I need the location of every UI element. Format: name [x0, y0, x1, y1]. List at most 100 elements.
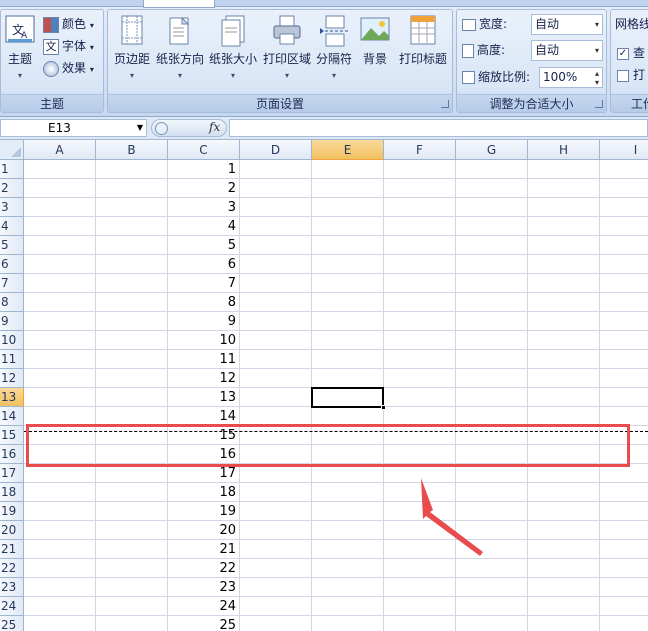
- row-header[interactable]: 13: [0, 388, 24, 407]
- gridlines-view-checkbox[interactable]: ✓ 查: [617, 43, 645, 63]
- row-header[interactable]: 6: [0, 255, 24, 274]
- cell-c[interactable]: 5: [168, 236, 239, 255]
- chevron-down-icon: ▾: [129, 71, 134, 80]
- row-header[interactable]: 7: [0, 274, 24, 293]
- cell-c[interactable]: 18: [168, 483, 239, 502]
- height-select[interactable]: 自动 ▾: [531, 40, 603, 61]
- expand-circle-icon[interactable]: [155, 122, 168, 135]
- cell-c[interactable]: 10: [168, 331, 239, 350]
- row-header[interactable]: 15: [0, 426, 24, 445]
- cell-c[interactable]: 6: [168, 255, 239, 274]
- column-header-h[interactable]: H: [528, 140, 600, 160]
- row-header[interactable]: 2: [0, 179, 24, 198]
- row-header[interactable]: 10: [0, 331, 24, 350]
- row-gridline: [24, 596, 648, 597]
- row-header[interactable]: 1: [0, 160, 24, 179]
- cell-c[interactable]: 2: [168, 179, 239, 198]
- size-button[interactable]: 纸张大小 ▾: [207, 14, 259, 80]
- row-header[interactable]: 21: [0, 540, 24, 559]
- cell-c[interactable]: 12: [168, 369, 239, 388]
- themes-button[interactable]: 文A 主题 ▾: [3, 14, 37, 80]
- effects-icon: [43, 60, 59, 77]
- print-titles-button[interactable]: 打印标题: [396, 14, 450, 67]
- cell-c[interactable]: 8: [168, 293, 239, 312]
- column-header-a[interactable]: A: [24, 140, 96, 160]
- scale-spinner[interactable]: 100% ▴ ▾: [539, 67, 603, 88]
- cell-c[interactable]: 21: [168, 540, 239, 559]
- column-header-c[interactable]: C: [168, 140, 240, 160]
- theme-fonts-button[interactable]: 文字体 ▾: [43, 36, 94, 56]
- row-header[interactable]: 18: [0, 483, 24, 502]
- row-gridline: [24, 178, 648, 179]
- select-all-button[interactable]: [0, 140, 24, 160]
- row-header[interactable]: 19: [0, 502, 24, 521]
- sheet-options-group-label: 工作: [611, 94, 648, 112]
- name-box[interactable]: E13 ▼: [0, 119, 147, 137]
- cell-c[interactable]: 24: [168, 597, 239, 616]
- chevron-down-icon: ▾: [284, 71, 289, 80]
- orientation-button[interactable]: 纸张方向 ▾: [155, 14, 205, 80]
- cell-c[interactable]: 22: [168, 559, 239, 578]
- breaks-button[interactable]: 分隔符 ▾: [314, 14, 354, 80]
- theme-effects-button[interactable]: 效果 ▾: [43, 58, 94, 78]
- active-cell[interactable]: [311, 387, 386, 410]
- height-label: 高度:: [477, 43, 506, 57]
- row-header[interactable]: 22: [0, 559, 24, 578]
- cell-c[interactable]: 13: [168, 388, 239, 407]
- row-header[interactable]: 8: [0, 293, 24, 312]
- spinner-arrows-icon[interactable]: ▴ ▾: [595, 69, 599, 87]
- column-header-e[interactable]: E: [312, 140, 384, 160]
- cell-c[interactable]: 19: [168, 502, 239, 521]
- width-select[interactable]: 自动 ▾: [531, 14, 603, 35]
- chevron-down-icon: ▾: [594, 20, 599, 29]
- column-header-f[interactable]: F: [384, 140, 456, 160]
- tab-page-layout[interactable]: [143, 0, 215, 8]
- column-gridline: [527, 160, 528, 631]
- formula-input[interactable]: [229, 119, 648, 137]
- row-header[interactable]: 25: [0, 616, 24, 631]
- theme-effects-label: 效果: [62, 61, 87, 75]
- row-header[interactable]: 23: [0, 578, 24, 597]
- cell-c[interactable]: 9: [168, 312, 239, 331]
- row-header[interactable]: 17: [0, 464, 24, 483]
- theme-colors-button[interactable]: 颜色 ▾: [43, 14, 94, 34]
- cell-c[interactable]: 25: [168, 616, 239, 631]
- column-header-b[interactable]: B: [96, 140, 168, 160]
- cell-c[interactable]: 20: [168, 521, 239, 540]
- row-header[interactable]: 5: [0, 236, 24, 255]
- dialog-launcher-icon[interactable]: [441, 100, 449, 108]
- print-area-button[interactable]: 打印区域 ▾: [261, 14, 313, 80]
- row-header[interactable]: 20: [0, 521, 24, 540]
- worksheet-grid[interactable]: ABCDEFGHI 1 2 3 4 5 6 7 8 9 10 11 12 13 14 15 16 17 18 19 2…: [0, 140, 648, 631]
- insert-function-icon[interactable]: fx: [209, 120, 220, 134]
- cell-c[interactable]: 23: [168, 578, 239, 597]
- cell-c[interactable]: 4: [168, 217, 239, 236]
- background-button[interactable]: 背景: [355, 14, 395, 67]
- row-header[interactable]: 4: [0, 217, 24, 236]
- column-header-g[interactable]: G: [456, 140, 528, 160]
- dialog-launcher-icon[interactable]: [595, 100, 603, 108]
- gridlines-print-checkbox[interactable]: 打: [617, 65, 645, 85]
- column-header-d[interactable]: D: [240, 140, 312, 160]
- cell-c[interactable]: 7: [168, 274, 239, 293]
- chevron-down-icon[interactable]: ▼: [137, 120, 143, 136]
- cell-c[interactable]: 1: [168, 160, 239, 179]
- row-header[interactable]: 24: [0, 597, 24, 616]
- row-header[interactable]: 3: [0, 198, 24, 217]
- margins-button[interactable]: 页边距 ▾: [110, 14, 154, 80]
- scale-to-fit-group-label: 调整为合适大小: [457, 94, 606, 112]
- row-header[interactable]: 12: [0, 369, 24, 388]
- width-value: 自动: [535, 17, 560, 31]
- cell-c[interactable]: 11: [168, 350, 239, 369]
- fill-handle[interactable]: [381, 405, 386, 410]
- row-gridline: [24, 615, 648, 616]
- cell-c[interactable]: 3: [168, 198, 239, 217]
- row-header[interactable]: 14: [0, 407, 24, 426]
- row-header[interactable]: 9: [0, 312, 24, 331]
- highlight-box: [26, 424, 630, 467]
- row-header[interactable]: 16: [0, 445, 24, 464]
- fonts-icon: 文: [43, 38, 59, 55]
- row-gridline: [24, 254, 648, 255]
- row-header[interactable]: 11: [0, 350, 24, 369]
- column-header-i[interactable]: I: [600, 140, 648, 160]
